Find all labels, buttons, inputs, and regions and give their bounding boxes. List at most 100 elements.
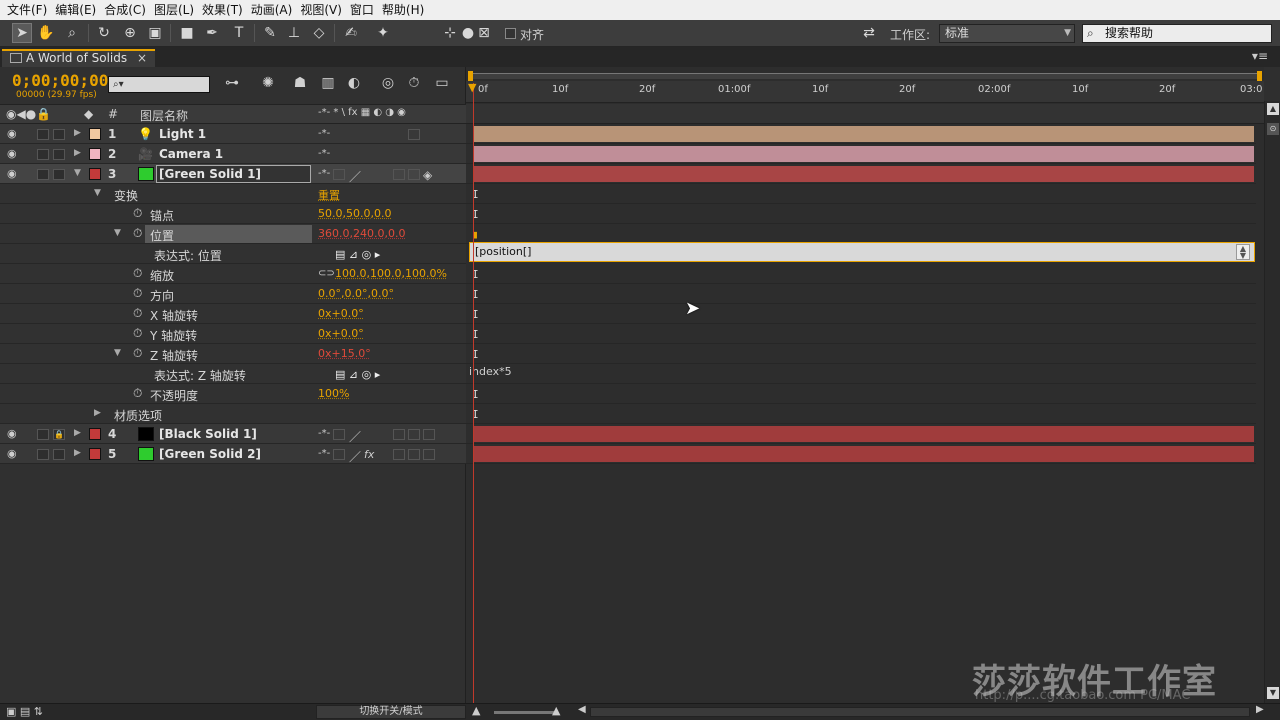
current-time-display[interactable]: 0;00;00;00: [12, 71, 108, 90]
menu-file[interactable]: 文件(F): [6, 0, 54, 20]
layer-row[interactable]: ◉ ▶ 2 🎥 Camera 1 -*-: [0, 144, 466, 164]
zoom-out-icon[interactable]: ▲: [472, 704, 480, 717]
shy-switch-icon[interactable]: -*-: [318, 148, 330, 159]
stopwatch-icon[interactable]: ⏱: [133, 326, 142, 341]
current-time-indicator[interactable]: [473, 83, 474, 703]
eye-icon[interactable]: ◉: [7, 427, 17, 440]
3d-cube-icon[interactable]: ◈: [423, 168, 432, 182]
workspace-select[interactable]: 标准 ▼: [939, 24, 1075, 43]
layer-name[interactable]: Camera 1: [159, 147, 223, 161]
layer-row[interactable]: ◉ ▼ 3 [Green Solid 1] -*- ／ ◈: [0, 164, 466, 184]
layer-row[interactable]: ◉ ▶ 5 [Green Solid 2] -*- ／ fx: [0, 444, 466, 464]
orientation-row[interactable]: ⏱ 方向 0.0°,0.0°,0.0°: [0, 284, 466, 304]
shy-switch-icon[interactable]: -*-: [318, 448, 330, 459]
menu-animation[interactable]: 动画(A): [250, 0, 300, 20]
frame-blending-icon[interactable]: ▥: [318, 75, 338, 95]
label-color-swatch[interactable]: [89, 148, 101, 160]
transform-group-row[interactable]: ▼ 变换 重置: [0, 184, 466, 204]
composition-mini-flowchart-icon[interactable]: ⊶: [222, 75, 242, 95]
adjustment-switch[interactable]: [408, 429, 420, 440]
footer-toggle-icons[interactable]: ▣ ▤ ⇅: [6, 705, 43, 718]
scale-value[interactable]: 100.0,100.0,100.0%: [335, 267, 447, 280]
puppet-pin-tool-icon[interactable]: ✦: [373, 23, 393, 43]
time-ruler[interactable]: 0f 10f 20f 01:00f 10f 20f 02:00f 10f 20f…: [466, 81, 1264, 103]
stopwatch-icon[interactable]: ⏱: [133, 266, 142, 281]
layer-duration-bar[interactable]: [473, 426, 1254, 442]
rotate-tool-icon[interactable]: ↻: [94, 23, 114, 43]
snap-checkbox[interactable]: [505, 28, 516, 39]
layer-duration-bar[interactable]: [473, 126, 1254, 142]
reset-link[interactable]: 重置: [318, 187, 340, 203]
motion-blur-icon[interactable]: ◐: [344, 75, 364, 95]
scroll-left-icon[interactable]: ◀: [578, 704, 586, 715]
selection-tool-icon[interactable]: ➤: [12, 23, 32, 43]
motion-blur-switch[interactable]: [393, 169, 405, 180]
tab-composition[interactable]: A World of Solids ×: [2, 49, 155, 67]
zoom-to-frame-icon[interactable]: ⊙: [1267, 123, 1279, 135]
twirl-right-icon[interactable]: ▶: [74, 128, 81, 138]
twirl-down-icon[interactable]: ▼: [114, 228, 121, 238]
work-area-start-handle[interactable]: [468, 71, 473, 81]
zoom-slider[interactable]: [494, 711, 554, 714]
stopwatch-icon[interactable]: ⏱: [133, 386, 142, 401]
opacity-value[interactable]: 100%: [318, 387, 349, 400]
quality-switch-icon[interactable]: ／: [349, 428, 361, 445]
shy-switch-icon[interactable]: -*-: [318, 428, 330, 439]
label-color-swatch[interactable]: [89, 428, 101, 440]
quality-switch-icon[interactable]: ／: [349, 168, 361, 185]
local-axis-icon[interactable]: ⊹: [440, 23, 460, 43]
view-axis-icon[interactable]: ⊠: [474, 23, 494, 43]
camera-tool-icon[interactable]: ⊕: [120, 23, 140, 43]
menu-layer[interactable]: 图层(L): [153, 0, 201, 20]
menu-window[interactable]: 窗口: [349, 0, 381, 20]
twirl-down-icon[interactable]: ▼: [74, 168, 81, 178]
twirl-right-icon[interactable]: ▶: [74, 148, 81, 158]
position-row[interactable]: ▼ ⏱ 位置 360.0,240.0,0.0: [0, 224, 466, 244]
menu-edit[interactable]: 编辑(E): [54, 0, 103, 20]
adjustment-switch[interactable]: [408, 169, 420, 180]
layer-row[interactable]: ◉ ▶ 1 💡 Light 1 -*-: [0, 124, 466, 144]
constrain-proportions-icon[interactable]: ⊂⊃: [318, 268, 335, 279]
scale-row[interactable]: ⏱ 缩放 ⊂⊃ 100.0,100.0,100.0%: [0, 264, 466, 284]
pan-behind-tool-icon[interactable]: ▣: [145, 23, 165, 43]
lock-toggle[interactable]: [53, 449, 65, 460]
adjustment-switch[interactable]: [408, 449, 420, 460]
expression-controls-icon[interactable]: ▤ ⊿ ◎ ▸: [335, 248, 380, 261]
solo-toggle[interactable]: [37, 429, 49, 440]
z-rotation-row[interactable]: ▼ ⏱ Z 轴旋转 0x+15.0°: [0, 344, 466, 364]
menu-help[interactable]: 帮助(H): [381, 0, 431, 20]
search-help-input[interactable]: ⌕ 搜索帮助: [1082, 24, 1272, 43]
clone-stamp-tool-icon[interactable]: ⊥: [284, 23, 304, 43]
material-options-row[interactable]: ▶ 材质选项: [0, 404, 466, 424]
timeline-row[interactable]: [466, 424, 1256, 444]
eraser-tool-icon[interactable]: ◇: [309, 23, 329, 43]
eye-icon[interactable]: ◉: [7, 447, 17, 460]
layer-name[interactable]: [Green Solid 2]: [159, 447, 261, 461]
auto-keyframe-icon[interactable]: ⏱: [404, 75, 424, 95]
opacity-row[interactable]: ⏱ 不透明度 100%: [0, 384, 466, 404]
x-rotation-value[interactable]: 0x+0.0°: [318, 307, 364, 320]
twirl-down-icon[interactable]: ▼: [114, 348, 121, 358]
collapse-switch[interactable]: [333, 449, 345, 460]
twirl-right-icon[interactable]: ▶: [74, 448, 81, 458]
menu-view[interactable]: 视图(V): [299, 0, 349, 20]
horizontal-scrollbar[interactable]: [590, 707, 1250, 717]
layer-name[interactable]: [Black Solid 1]: [159, 427, 257, 441]
shy-layers-icon[interactable]: ☗: [290, 75, 310, 95]
layer-duration-bar[interactable]: [473, 446, 1254, 462]
quality-switch-icon[interactable]: ／: [349, 448, 361, 465]
solo-toggle[interactable]: [37, 149, 49, 160]
solo-toggle[interactable]: [37, 129, 49, 140]
twirl-right-icon[interactable]: ▶: [74, 428, 81, 438]
layer-name-column[interactable]: 图层名称: [140, 107, 188, 124]
pen-tool-icon[interactable]: ✒: [202, 23, 222, 43]
effects-switch-icon[interactable]: fx: [364, 448, 374, 461]
stopwatch-icon[interactable]: ⏱: [133, 346, 142, 361]
scroll-up-icon[interactable]: ▲: [1267, 103, 1279, 115]
toggle-switches-modes-button[interactable]: 切换开关/模式: [316, 705, 466, 719]
roto-brush-tool-icon[interactable]: ✍: [341, 23, 361, 43]
lock-toggle[interactable]: [53, 169, 65, 180]
anchor-point-value[interactable]: 50.0,50.0,0.0: [318, 207, 391, 220]
stopwatch-icon[interactable]: ⏱: [133, 286, 142, 301]
menu-effect[interactable]: 效果(T): [201, 0, 250, 20]
